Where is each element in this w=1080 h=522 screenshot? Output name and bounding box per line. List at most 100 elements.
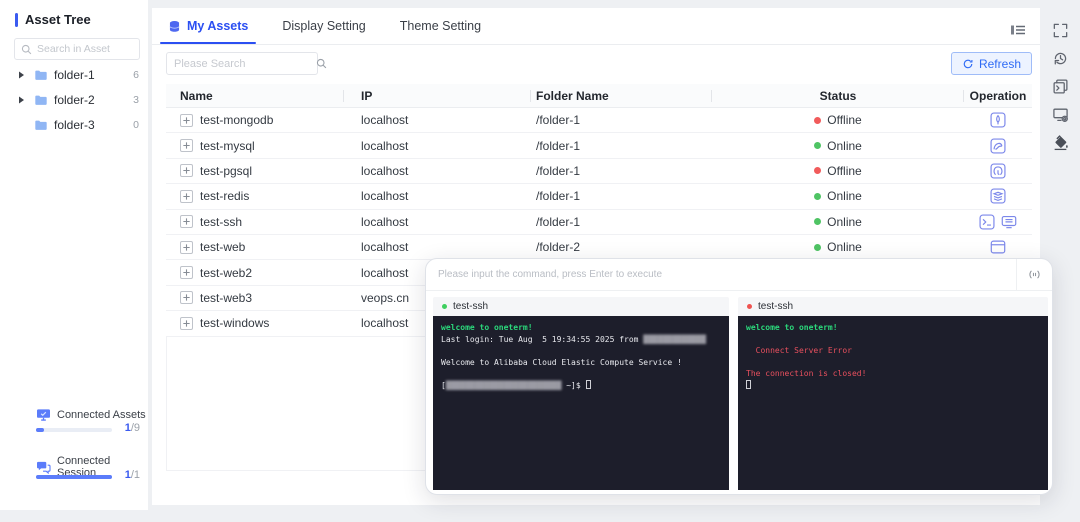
terminal-pane-header: test-ssh xyxy=(738,297,1048,316)
table-row[interactable]: test-sshlocalhost/folder-1Online xyxy=(166,210,1032,235)
column-header-label: Operation xyxy=(970,89,1027,103)
terminal-screen[interactable]: welcome to oneterm!Last login: Tue Aug 5… xyxy=(433,316,729,490)
cell-operation xyxy=(964,138,1032,154)
table-row[interactable]: test-mysqllocalhost/folder-1Online xyxy=(166,133,1032,158)
expand-plus-icon[interactable] xyxy=(180,164,193,177)
caret-icon[interactable] xyxy=(18,71,26,79)
expand-plus-icon[interactable] xyxy=(180,317,193,330)
caret-icon[interactable] xyxy=(18,96,26,104)
assets-db-icon xyxy=(168,20,181,33)
refresh-button[interactable]: Refresh xyxy=(951,52,1032,75)
asset-name: test-web3 xyxy=(200,291,252,305)
ssh-terminal-icon[interactable] xyxy=(979,214,995,230)
column-header-operation: Operation xyxy=(964,84,1032,107)
cell-ip: localhost xyxy=(344,139,531,153)
cell-name: test-redis xyxy=(166,189,344,203)
cell-ip: localhost xyxy=(344,215,531,229)
asset-search-input[interactable] xyxy=(37,43,127,55)
status-badge: Online xyxy=(827,215,862,229)
stat-value: 1/1 xyxy=(125,469,140,481)
expand-plus-icon[interactable] xyxy=(180,190,193,203)
cell-status: Online xyxy=(712,189,964,203)
tree-item-folder-2[interactable]: folder-23 xyxy=(0,87,148,112)
asset-name: test-web xyxy=(200,240,245,254)
redis-icon[interactable] xyxy=(990,188,1006,204)
monitor-settings-icon[interactable] xyxy=(1052,106,1069,123)
web-icon[interactable] xyxy=(990,239,1006,255)
tab-display-setting[interactable]: Display Setting xyxy=(274,8,373,44)
column-header-name: Name xyxy=(166,84,344,107)
tree-item-label: folder-3 xyxy=(54,118,95,132)
column-settings-icon[interactable] xyxy=(1010,23,1026,37)
stat-connected-session: Connected Session1/1 xyxy=(0,453,148,500)
sftp-icon[interactable] xyxy=(1001,214,1017,230)
expand-plus-icon[interactable] xyxy=(180,266,193,279)
expand-plus-icon[interactable] xyxy=(180,215,193,228)
monitor-icon xyxy=(36,408,51,421)
tab-my-assets[interactable]: My Assets xyxy=(160,8,256,44)
terminal-line xyxy=(746,380,1040,392)
tab-label: My Assets xyxy=(187,19,248,33)
terminal-session-title: test-ssh xyxy=(453,301,488,312)
table-row[interactable]: test-weblocalhost/folder-2Online xyxy=(166,235,1032,260)
mysql-icon[interactable] xyxy=(990,138,1006,154)
expand-plus-icon[interactable] xyxy=(180,241,193,254)
cell-name: test-web2 xyxy=(166,266,344,280)
tab-theme-setting[interactable]: Theme Setting xyxy=(392,8,489,44)
cell-name: test-windows xyxy=(166,316,344,330)
column-header-label: IP xyxy=(361,89,372,103)
cell-status: Online xyxy=(712,240,964,254)
asset-name: test-windows xyxy=(200,316,269,330)
terminal-line xyxy=(746,334,1040,346)
table-search-box[interactable] xyxy=(166,52,318,75)
tab-label: Theme Setting xyxy=(400,19,481,33)
terminal-line xyxy=(441,368,721,380)
command-input[interactable] xyxy=(426,269,1016,280)
table-row[interactable]: test-mongodblocalhost/folder-1Offline xyxy=(166,108,1032,133)
stat-value: 1/9 xyxy=(125,422,140,434)
asset-name: test-redis xyxy=(200,189,249,203)
cell-name: test-web xyxy=(166,240,344,254)
tree-item-folder-1[interactable]: folder-16 xyxy=(0,62,148,87)
table-search-input[interactable] xyxy=(174,58,316,70)
status-badge: Offline xyxy=(827,113,861,127)
column-header-ip: IP xyxy=(344,84,531,107)
cell-folder: /folder-1 xyxy=(531,164,712,178)
asset-name: test-pgsql xyxy=(200,164,252,178)
expand-plus-icon[interactable] xyxy=(180,139,193,152)
sidebar-title: Asset Tree xyxy=(15,12,91,27)
column-header-label: Folder Name xyxy=(536,89,609,103)
expand-plus-icon[interactable] xyxy=(180,291,193,304)
pgsql-icon[interactable] xyxy=(990,163,1006,179)
history-icon[interactable] xyxy=(1052,50,1069,67)
status-badge: Online xyxy=(827,240,862,254)
asset-search-box[interactable] xyxy=(14,38,140,60)
mongodb-icon[interactable] xyxy=(990,112,1006,128)
terminal-text: Welcome to Alibaba Cloud Elastic Compute… xyxy=(441,358,682,367)
terminal-session-title: test-ssh xyxy=(758,301,793,312)
status-dot xyxy=(814,142,821,149)
tree-item-folder-3[interactable]: folder-30 xyxy=(0,112,148,137)
stat-progress-fill xyxy=(36,428,44,432)
terminal-screen[interactable]: welcome to oneterm! Connect Server Error… xyxy=(738,316,1048,490)
cell-folder: /folder-1 xyxy=(531,113,712,127)
terminal-cursor xyxy=(746,380,751,389)
table-row[interactable]: test-pgsqllocalhost/folder-1Offline xyxy=(166,159,1032,184)
terminal-overlay: test-ssh welcome to oneterm!Last login: T… xyxy=(425,258,1053,495)
search-icon xyxy=(316,58,327,69)
broadcast-icon[interactable] xyxy=(1016,259,1052,290)
fullscreen-icon[interactable] xyxy=(1052,22,1069,39)
terminal-line: welcome to oneterm! xyxy=(746,322,1040,334)
terminal-text: Connect Server Error xyxy=(746,346,852,355)
asset-name: test-ssh xyxy=(200,215,242,229)
table-row[interactable]: test-redislocalhost/folder-1Online xyxy=(166,184,1032,209)
asset-tree: folder-16folder-23folder-30 xyxy=(0,62,148,137)
theme-bucket-icon[interactable] xyxy=(1052,134,1069,151)
status-dot xyxy=(814,167,821,174)
terminal-text: ~]$ xyxy=(561,381,585,390)
connection-stats: Connected Assets1/9Connected Session1/1 xyxy=(0,406,148,500)
cell-name: test-mysql xyxy=(166,139,344,153)
expand-plus-icon[interactable] xyxy=(180,114,193,127)
cell-status: Online xyxy=(712,215,964,229)
console-window-icon[interactable] xyxy=(1052,78,1069,95)
